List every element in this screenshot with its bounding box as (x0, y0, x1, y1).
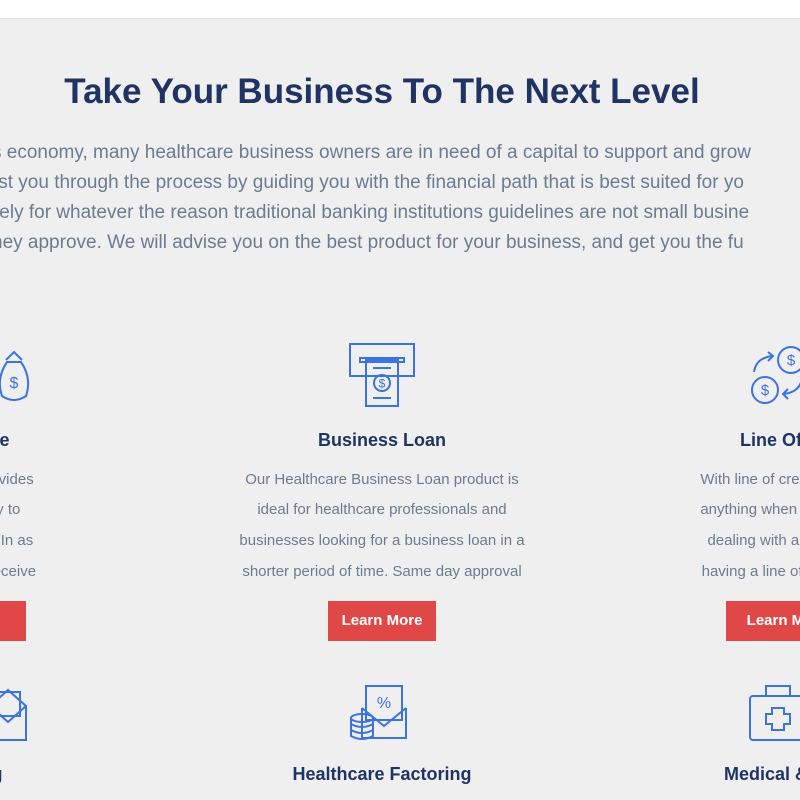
card-title: Line Of C (740, 430, 800, 450)
card-text: hcare sector. In as (0, 532, 34, 549)
first-aid-kit-icon (748, 680, 800, 742)
card-text: ay, you can receive (0, 563, 37, 580)
card-text: having a line of credit w (701, 563, 800, 580)
svg-text:$: $ (787, 352, 796, 369)
card-text: shorter period of time. Same day approva… (242, 563, 522, 580)
learn-more-button[interactable]: ore (0, 601, 26, 641)
invoice-coins-icon: % (348, 682, 410, 744)
svg-text:$: $ (379, 377, 386, 391)
currency-exchange-icon: $ $ (748, 344, 800, 406)
card-text: Our Healthcare Business Loan product is (245, 471, 519, 488)
svg-text:$: $ (10, 375, 19, 392)
card-text: dealing with an unexp (707, 532, 800, 549)
learn-more-button[interactable]: Learn Mo (726, 601, 800, 641)
card-title: Advance (0, 430, 10, 450)
card-title: ctoring (0, 764, 132, 785)
svg-text:%: % (377, 695, 391, 712)
cash-withdraw-icon: $ (348, 342, 416, 408)
card-text: e product provides (0, 471, 34, 488)
card-title: Business Loan (317, 430, 447, 450)
card-text: l exclusively to (0, 501, 21, 518)
card-text: ideal for healthcare professionals and (257, 501, 507, 518)
card-title: Healthcare Factoring (292, 764, 472, 784)
card-title: Medical & Eq (723, 764, 800, 784)
card-text: anything when the need (700, 501, 800, 518)
card-text: businesses looking for a business loan i… (239, 532, 525, 549)
svg-text:$: $ (761, 382, 770, 399)
card-text: With line of credit, you c (700, 471, 800, 488)
learn-more-button[interactable]: Learn More (328, 601, 436, 641)
envelope-icon (0, 682, 28, 742)
money-bag-icon: $ (0, 348, 36, 404)
